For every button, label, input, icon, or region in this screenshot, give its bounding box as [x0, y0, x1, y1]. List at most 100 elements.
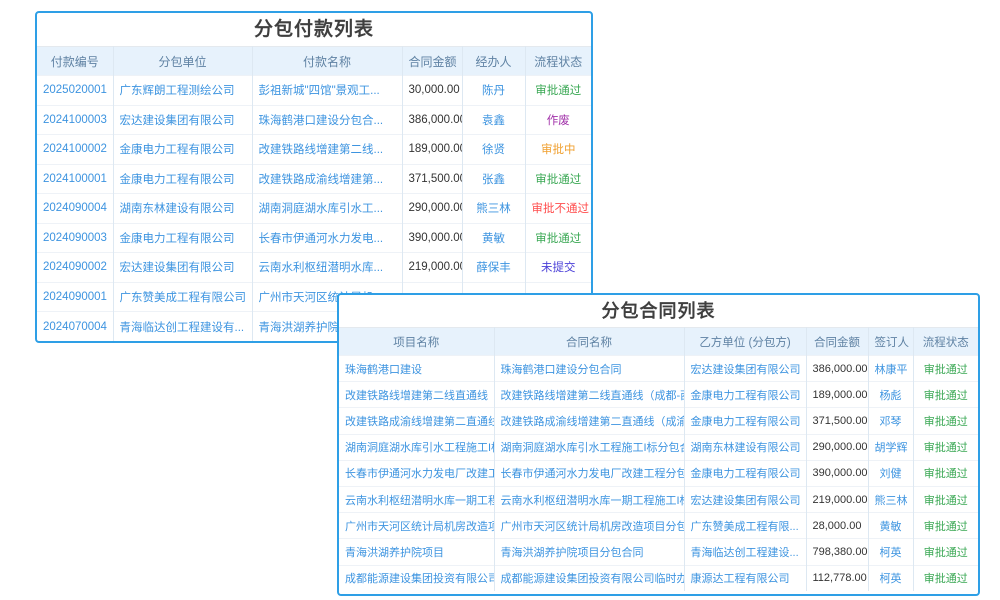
subcontract-unit-cell[interactable]: 青海临达创工程建设有...: [113, 312, 252, 342]
handler-cell[interactable]: 熊三林: [462, 194, 525, 224]
table-row: 长春市伊通河水力发电厂改建工程长春市伊通河水力发电厂改建工程分包...金康电力工…: [339, 460, 978, 486]
signer-cell[interactable]: 邓琴: [868, 408, 913, 434]
subcontract-unit-cell[interactable]: 宏达建设集团有限公司: [113, 253, 252, 283]
signer-cell[interactable]: 柯英: [868, 539, 913, 565]
contract-name-cell[interactable]: 成都能源建设集团投资有限公司临时办...: [494, 565, 684, 591]
contract-amount-cell: 290,000.00: [402, 194, 462, 224]
payment-name-cell[interactable]: 长春市伊通河水力发电...: [252, 223, 402, 253]
flow-status-header: 流程状态: [525, 47, 591, 76]
party-b-unit-cell[interactable]: 青海临达创工程建设...: [684, 539, 806, 565]
contract-name-cell[interactable]: 云南水利枢纽潜明水库一期工程施工I标...: [494, 486, 684, 512]
subcontract-unit-cell[interactable]: 广东辉朗工程测绘公司: [113, 76, 252, 106]
table-row: 改建铁路成渝线增建第二直通线...改建铁路成渝线增建第二直通线（成渝...金康电…: [339, 408, 978, 434]
contract-amount-cell: 189,000.00: [402, 135, 462, 165]
contract-name-cell[interactable]: 广州市天河区统计局机房改造项目分包...: [494, 513, 684, 539]
project-name-cell[interactable]: 湖南洞庭湖水库引水工程施工I标: [339, 434, 494, 460]
project-name-cell[interactable]: 改建铁路成渝线增建第二直通线...: [339, 408, 494, 434]
contract-amount-cell: 112,778.00: [806, 565, 868, 591]
payment-no-cell[interactable]: 2024090004: [37, 194, 113, 224]
payment-no-cell[interactable]: 2024090002: [37, 253, 113, 283]
payment-name-header: 付款名称: [252, 47, 402, 76]
party-b-unit-cell[interactable]: 宏达建设集团有限公司: [684, 486, 806, 512]
signer-cell[interactable]: 柯英: [868, 565, 913, 591]
payment-no-cell[interactable]: 2024100002: [37, 135, 113, 165]
flow-status-cell: 审批通过: [913, 356, 978, 382]
contract-name-cell[interactable]: 青海洪湖养护院项目分包合同: [494, 539, 684, 565]
contract-name-cell[interactable]: 珠海鹤港口建设分包合同: [494, 356, 684, 382]
payment-name-cell[interactable]: 湖南洞庭湖水库引水工...: [252, 194, 402, 224]
flow-status-cell: 审批通过: [913, 486, 978, 512]
table-row: 青海洪湖养护院项目青海洪湖养护院项目分包合同青海临达创工程建设...798,38…: [339, 539, 978, 565]
signer-cell[interactable]: 胡学辉: [868, 434, 913, 460]
table-row: 广州市天河区统计局机房改造项目广州市天河区统计局机房改造项目分包...广东赞美成…: [339, 513, 978, 539]
party-b-unit-cell[interactable]: 金康电力工程有限公司: [684, 408, 806, 434]
payment-no-cell[interactable]: 2024070004: [37, 312, 113, 342]
project-name-cell[interactable]: 改建铁路线增建第二线直通线（...: [339, 382, 494, 408]
project-name-cell[interactable]: 成都能源建设集团投资有限公司...: [339, 565, 494, 591]
party-b-unit-cell[interactable]: 广东赞美成工程有限...: [684, 513, 806, 539]
subcontract-unit-cell[interactable]: 金康电力工程有限公司: [113, 164, 252, 194]
subcontract-unit-cell[interactable]: 广东赞美成工程有限公司: [113, 282, 252, 312]
contract-amount-header: 合同金额: [806, 328, 868, 356]
project-name-cell[interactable]: 广州市天河区统计局机房改造项目: [339, 513, 494, 539]
payment-name-cell[interactable]: 珠海鹤港口建设分包合...: [252, 105, 402, 135]
subcontract-unit-cell[interactable]: 金康电力工程有限公司: [113, 135, 252, 165]
contract-amount-cell: 798,380.00: [806, 539, 868, 565]
table-row: 2024100001金康电力工程有限公司改建铁路成渝线增建第...371,500…: [37, 164, 591, 194]
project-name-cell[interactable]: 青海洪湖养护院项目: [339, 539, 494, 565]
flow-status-header: 流程状态: [913, 328, 978, 356]
project-name-cell[interactable]: 长春市伊通河水力发电厂改建工程: [339, 460, 494, 486]
signer-cell[interactable]: 刘健: [868, 460, 913, 486]
subcontract-unit-cell[interactable]: 金康电力工程有限公司: [113, 223, 252, 253]
table-row: 2024090002宏达建设集团有限公司云南水利枢纽潜明水库...219,000…: [37, 253, 591, 283]
handler-cell[interactable]: 袁鑫: [462, 105, 525, 135]
contract-name-cell[interactable]: 长春市伊通河水力发电厂改建工程分包...: [494, 460, 684, 486]
contract-amount-cell: 219,000.00: [806, 486, 868, 512]
signer-cell[interactable]: 林康平: [868, 356, 913, 382]
payment-no-cell[interactable]: 2025020001: [37, 76, 113, 106]
project-name-cell[interactable]: 珠海鹤港口建设: [339, 356, 494, 382]
payment-no-cell[interactable]: 2024090001: [37, 282, 113, 312]
signer-cell[interactable]: 杨彪: [868, 382, 913, 408]
payment-name-cell[interactable]: 改建铁路成渝线增建第...: [252, 164, 402, 194]
contract-name-cell[interactable]: 改建铁路成渝线增建第二直通线（成渝...: [494, 408, 684, 434]
subcontract-unit-header: 分包单位: [113, 47, 252, 76]
payment-no-cell[interactable]: 2024090003: [37, 223, 113, 253]
flow-status-cell: 审批通过: [913, 408, 978, 434]
flow-status-cell: 审批通过: [913, 434, 978, 460]
payment-name-cell[interactable]: 云南水利枢纽潜明水库...: [252, 253, 402, 283]
payment-name-cell[interactable]: 改建铁路线增建第二线...: [252, 135, 402, 165]
party-b-unit-cell[interactable]: 金康电力工程有限公司: [684, 382, 806, 408]
contract-name-header: 合同名称: [494, 328, 684, 356]
contract-name-cell[interactable]: 改建铁路线增建第二线直通线（成都-西...: [494, 382, 684, 408]
party-b-unit-cell[interactable]: 湖南东林建设有限公司: [684, 434, 806, 460]
handler-cell[interactable]: 薛保丰: [462, 253, 525, 283]
payment-no-cell[interactable]: 2024100003: [37, 105, 113, 135]
contract-amount-cell: 390,000.00: [402, 223, 462, 253]
subcontract-unit-cell[interactable]: 湖南东林建设有限公司: [113, 194, 252, 224]
handler-cell[interactable]: 张鑫: [462, 164, 525, 194]
payment-no-cell[interactable]: 2024100001: [37, 164, 113, 194]
contract-amount-cell: 386,000.00: [402, 105, 462, 135]
contract-name-cell[interactable]: 湖南洞庭湖水库引水工程施工I标分包合同: [494, 434, 684, 460]
payment-name-cell[interactable]: 彭祖新城"四馆"景观工...: [252, 76, 402, 106]
table-row: 2024100003宏达建设集团有限公司珠海鹤港口建设分包合...386,000…: [37, 105, 591, 135]
payment-no-header: 付款编号: [37, 47, 113, 76]
handler-cell[interactable]: 徐贤: [462, 135, 525, 165]
party-b-unit-cell[interactable]: 宏达建设集团有限公司: [684, 356, 806, 382]
signer-cell[interactable]: 熊三林: [868, 486, 913, 512]
contract-table: 项目名称合同名称乙方单位 (分包方)合同金额签订人流程状态 珠海鹤港口建设珠海鹤…: [339, 327, 978, 591]
flow-status-cell: 审批通过: [525, 223, 591, 253]
table-row: 2024090003金康电力工程有限公司长春市伊通河水力发电...390,000…: [37, 223, 591, 253]
flow-status-cell: 审批通过: [913, 513, 978, 539]
handler-cell[interactable]: 陈丹: [462, 76, 525, 106]
subcontract-unit-cell[interactable]: 宏达建设集团有限公司: [113, 105, 252, 135]
payment-list-title: 分包付款列表: [37, 13, 591, 46]
party-b-unit-cell[interactable]: 康源达工程有限公司: [684, 565, 806, 591]
project-name-header: 项目名称: [339, 328, 494, 356]
signer-cell[interactable]: 黄敏: [868, 513, 913, 539]
party-b-unit-cell[interactable]: 金康电力工程有限公司: [684, 460, 806, 486]
project-name-cell[interactable]: 云南水利枢纽潜明水库一期工程...: [339, 486, 494, 512]
contract-amount-cell: 189,000.00: [806, 382, 868, 408]
handler-cell[interactable]: 黄敏: [462, 223, 525, 253]
